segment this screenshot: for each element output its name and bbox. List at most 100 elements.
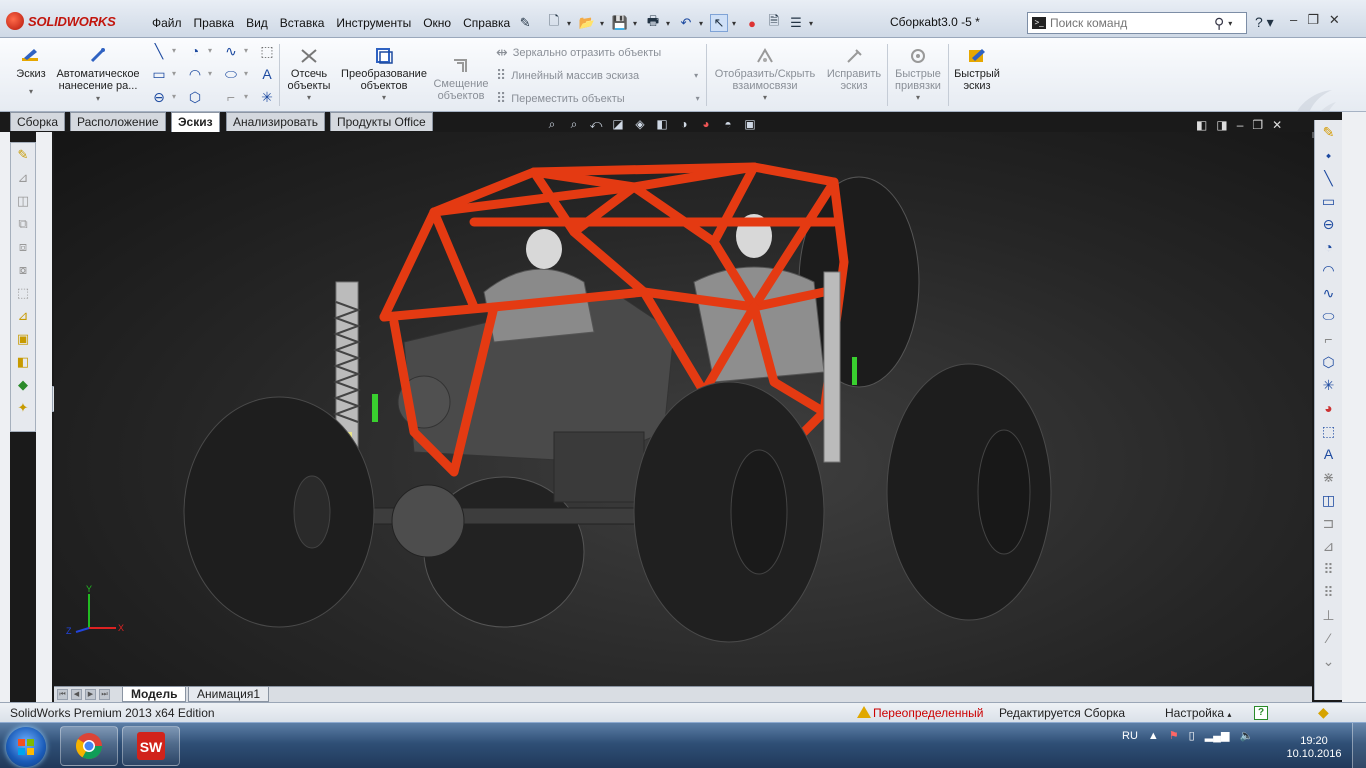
linear-pattern-icon[interactable]: ⠿ (1317, 558, 1341, 580)
next-config-icon[interactable]: ◨ (1216, 118, 1227, 132)
left-headrest[interactable] (526, 229, 562, 269)
open-caret-icon[interactable]: ▾ (600, 19, 607, 28)
menu-tools[interactable]: Инструменты (330, 14, 417, 32)
edit-component-icon[interactable]: ⊿ (12, 167, 34, 189)
text-icon[interactable]: A (1317, 443, 1341, 465)
menu-view[interactable]: Вид (240, 14, 274, 32)
relations-icon[interactable]: ⊥ (1317, 604, 1341, 626)
next-tab-arrow-icon[interactable]: ▶ (85, 689, 96, 700)
prev-tab-arrow-icon[interactable]: ◀ (71, 689, 82, 700)
line-icon[interactable]: ╲ (150, 42, 168, 60)
arc-icon[interactable]: ◠ (186, 65, 204, 83)
fillet-icon[interactable]: ⌐ (1317, 328, 1341, 350)
move-component-icon[interactable]: ⬚ (12, 282, 34, 304)
last-tab-arrow-icon[interactable]: ⏭ (99, 689, 110, 700)
apply-scene-icon[interactable]: ◓ (720, 116, 736, 132)
help-button[interactable]: ? ▾ (1255, 14, 1274, 31)
spline-icon[interactable]: ∿ (222, 42, 240, 60)
move-entities-button[interactable]: ⠿ Переместить объекты ▾ (496, 90, 700, 107)
reference-geometry-icon[interactable]: ◧ (12, 351, 34, 373)
language-indicator[interactable]: RU (1122, 730, 1138, 742)
overdefined-status[interactable]: Переопределенный (857, 706, 983, 720)
offset-icon[interactable]: ⊐ (1317, 512, 1341, 534)
menu-file[interactable]: Файл (146, 14, 188, 32)
search-icon[interactable]: ⚲ (1214, 15, 1224, 32)
trim-entities-button[interactable]: Отсечь объекты ▾ (282, 42, 336, 104)
action-center-icon[interactable]: ⚑ (1169, 729, 1179, 742)
linear-pattern-button[interactable]: ⠿ Линейный массив эскиза ▾ (496, 67, 698, 84)
tab-office-products[interactable]: Продукты Office (330, 112, 433, 131)
start-button[interactable] (6, 727, 46, 767)
line-icon[interactable]: ╲ (1317, 167, 1341, 189)
previous-config-icon[interactable]: ◧ (1196, 118, 1207, 132)
mate-icon[interactable]: ⧉ (12, 213, 34, 235)
spline-caret-icon[interactable]: ▾ (242, 42, 250, 60)
ellipse-icon[interactable]: ⬭ (1317, 305, 1341, 327)
front-left-wheel-hub[interactable] (293, 475, 331, 549)
text-icon[interactable]: A (258, 65, 276, 83)
zoom-to-area-icon[interactable]: ⌕ (566, 116, 582, 132)
component-pattern-icon[interactable]: ⧈ (12, 236, 34, 258)
save-icon[interactable]: 💾 (611, 14, 629, 32)
settings-status[interactable]: Настройка ▴ (1165, 706, 1231, 720)
fillet-icon[interactable]: ⌐ (222, 88, 240, 106)
axle-hub[interactable] (391, 484, 465, 558)
front-right-shock[interactable] (823, 271, 841, 463)
sketch-button[interactable]: Эскиз ▾ (10, 42, 52, 98)
menu-edit[interactable]: Правка (188, 14, 241, 32)
smart-fasteners-icon[interactable]: ⧇ (12, 259, 34, 281)
open-folder-icon[interactable]: 📂 (578, 14, 596, 32)
repair-sketch-button[interactable]: Исправить эскиз (824, 42, 884, 92)
ellipse-icon[interactable]: ⬭ (222, 65, 240, 83)
arc-icon[interactable]: ◠ (1317, 259, 1341, 281)
arc-caret-icon[interactable]: ▾ (206, 65, 214, 83)
show-desktop-button[interactable] (1352, 723, 1366, 768)
green-bracket[interactable] (372, 394, 378, 422)
trim-icon[interactable]: ⋇ (1317, 466, 1341, 488)
rapid-sketch-button[interactable]: Быстрый эскиз (950, 42, 1004, 92)
show-relations-button[interactable]: Отобразить/Скрыть взаимосвязи ▾ (710, 42, 820, 104)
tab-assembly[interactable]: Сборка (10, 112, 66, 131)
line-caret-icon[interactable]: ▾ (170, 42, 178, 60)
graphics-area[interactable]: Y X Z (54, 132, 1312, 686)
trim-caret-icon[interactable]: ▾ (282, 92, 336, 104)
options-icon[interactable]: ☰ (787, 14, 805, 32)
rebuild-traffic-light-icon[interactable]: ● (743, 14, 761, 32)
restore-icon[interactable]: ❐ (1307, 12, 1319, 28)
3d-sketch-icon[interactable]: ✎ (12, 144, 34, 166)
tab-animation1[interactable]: Анимация1 (188, 687, 270, 702)
new-caret-icon[interactable]: ▾ (567, 19, 574, 28)
tab-sketch[interactable]: Эскиз (171, 112, 220, 132)
clock[interactable]: 19:20 10.10.2016 (1284, 735, 1344, 761)
slot-caret-icon[interactable]: ▾ (170, 88, 178, 106)
tag-icon[interactable]: ◆ (1318, 704, 1329, 721)
solidworks-logo[interactable]: SOLIDWORKS (6, 8, 134, 34)
status-help-button[interactable]: ? (1254, 706, 1268, 720)
show-hidden-components-icon[interactable]: ⊿ (12, 305, 34, 327)
green-bracket-right[interactable] (852, 357, 857, 385)
minimize-icon[interactable]: – (1290, 12, 1297, 28)
linear-pattern-caret-icon[interactable]: ▾ (694, 71, 698, 80)
point-icon[interactable]: ✳ (1317, 374, 1341, 396)
mirror-icon[interactable]: ⊿ (1317, 535, 1341, 557)
pin-icon[interactable]: ✎ (516, 14, 534, 32)
solidworks-taskbar-button[interactable]: SW (122, 726, 180, 766)
chrome-taskbar-button[interactable] (60, 726, 118, 766)
mirror-entities-button[interactable]: ⇹ Зеркально отразить объекты (496, 44, 661, 61)
view-settings-icon[interactable]: ▣ (742, 116, 758, 132)
repair-icon[interactable]: ⁄ (1317, 627, 1341, 649)
quick-snaps-button[interactable]: Быстрые привязки ▾ (890, 42, 946, 104)
new-document-icon[interactable]: 🗋 (545, 13, 563, 32)
sketch-caret-icon[interactable]: ▾ (10, 86, 52, 98)
slot-icon[interactable]: ⊖ (150, 88, 168, 106)
convert-icon[interactable]: ◫ (1317, 489, 1341, 511)
front-left-wheel[interactable] (183, 396, 375, 628)
fillet-caret-icon[interactable]: ▾ (242, 88, 250, 106)
select-caret-icon[interactable]: ▾ (732, 19, 739, 28)
print-caret-icon[interactable]: ▾ (666, 19, 673, 28)
construction-geometry-icon[interactable]: ⬚ (1317, 420, 1341, 442)
buggy-model[interactable]: Y X Z (54, 132, 1312, 686)
sketch-icon[interactable]: ✎ (1317, 121, 1341, 143)
side-right-wheel-rim[interactable] (977, 429, 1031, 555)
construction-geometry-icon[interactable]: ⬚ (258, 42, 276, 60)
